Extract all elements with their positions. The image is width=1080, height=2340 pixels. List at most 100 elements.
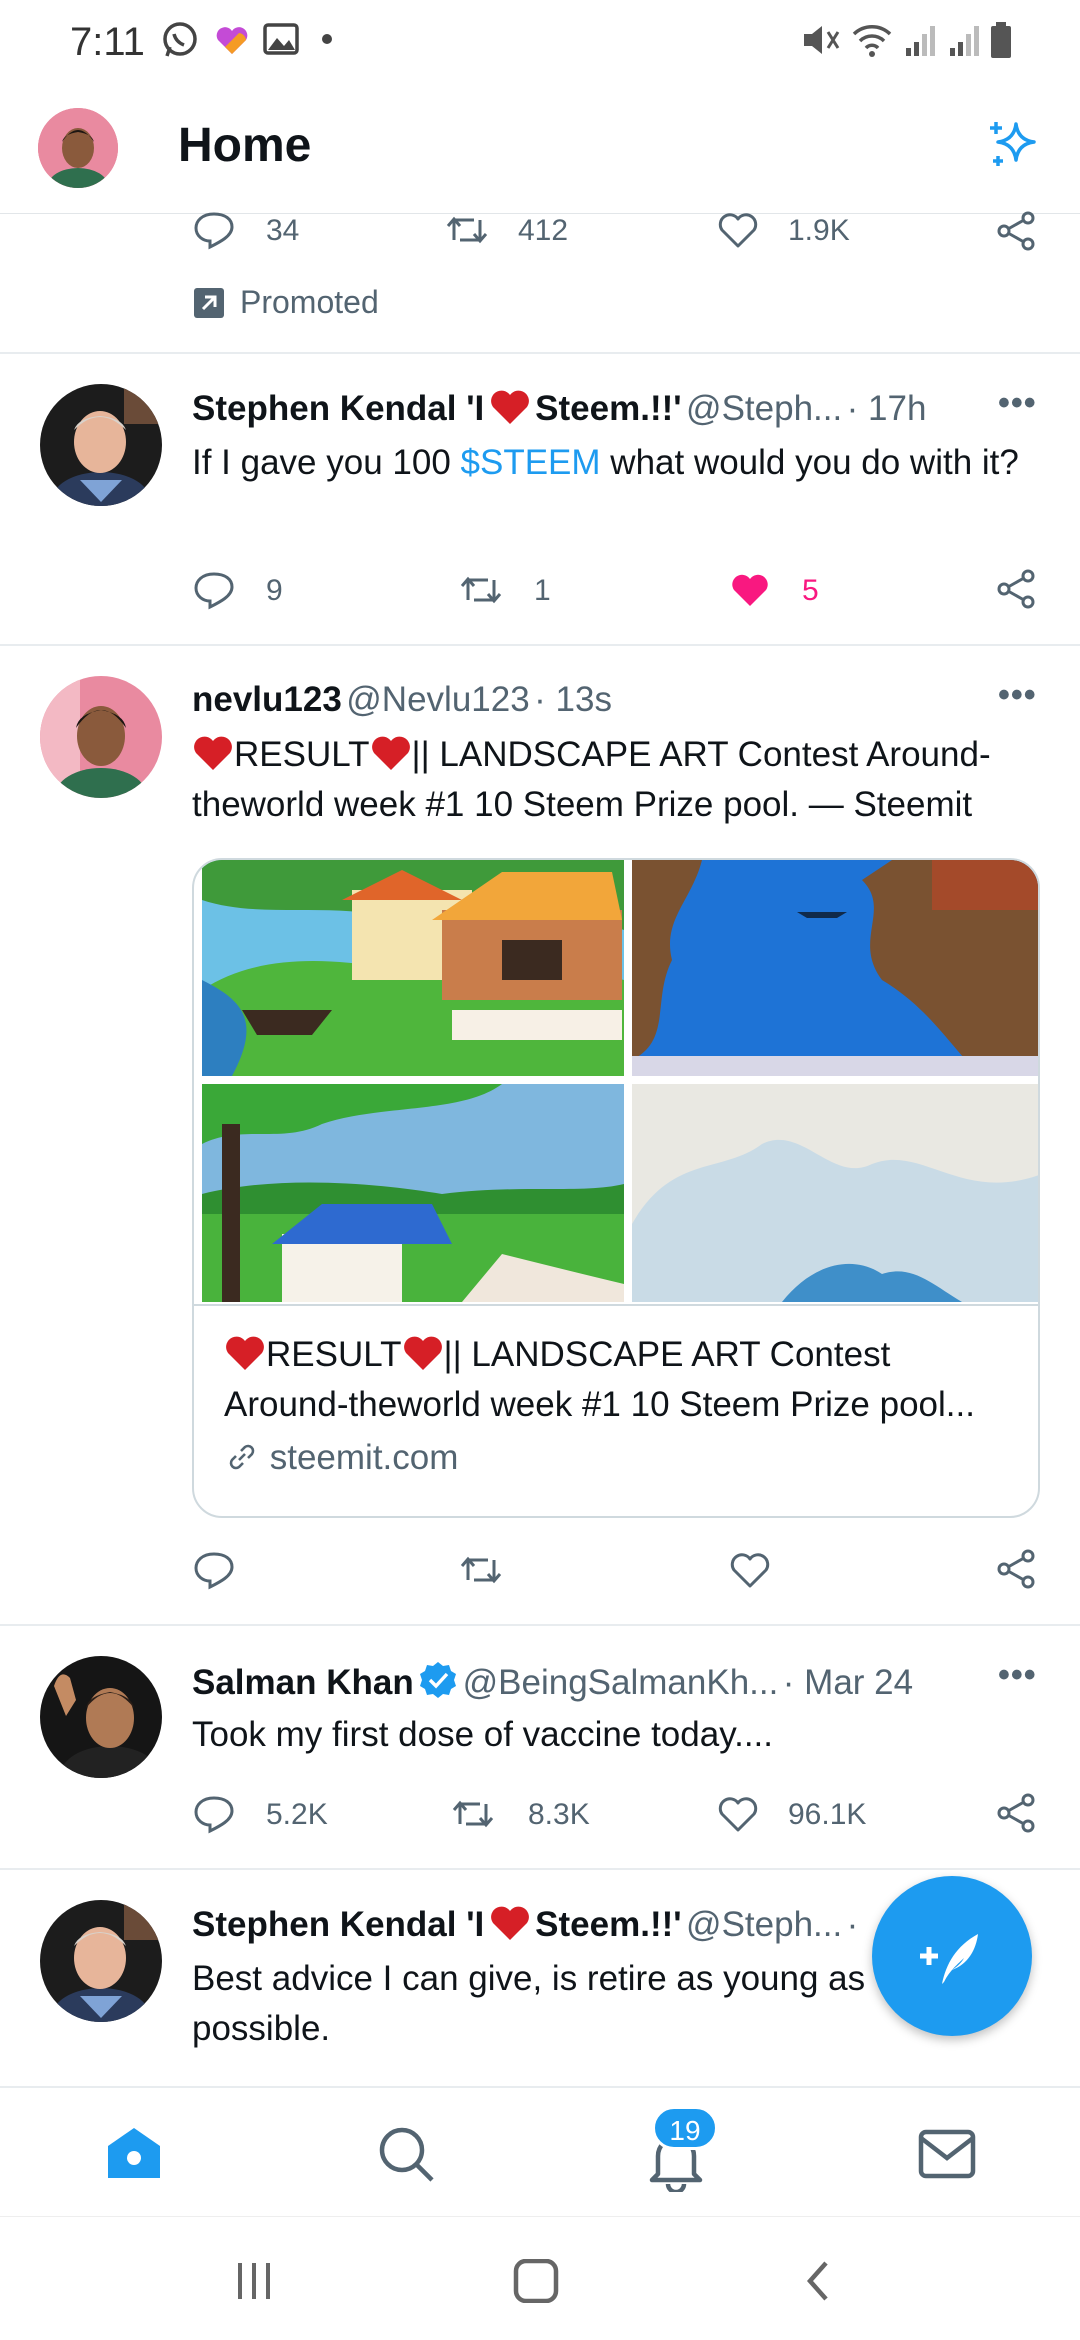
tweet-text: Took my first dose of vaccine today....	[192, 1715, 773, 1754]
profile-avatar-button[interactable]	[38, 108, 118, 188]
signal-icon-2	[950, 26, 979, 56]
tweet-header: nevlu123 @Nevlu123 · 13s	[192, 680, 612, 720]
search-icon[interactable]	[376, 2124, 436, 2184]
red-heart-emoji-icon	[194, 736, 232, 770]
tweet-time: · 13s	[534, 680, 612, 719]
card-image	[632, 1084, 1038, 1302]
recent-apps-icon[interactable]	[232, 2261, 276, 2301]
like-count: 96.1K	[788, 1798, 867, 1831]
retweet-count: 1	[534, 574, 551, 607]
link-icon	[229, 1444, 255, 1470]
card-image-art	[202, 1084, 624, 1302]
divider	[0, 352, 1080, 354]
tweet-text: If I gave you 100 $STEEM what would you …	[192, 438, 1032, 488]
card-title-part: RESULT	[266, 1335, 402, 1374]
system-navigation-bar	[0, 2216, 1080, 2340]
link-card[interactable]: RESULT || LANDSCAPE ART Contest Around-th…	[192, 858, 1040, 1518]
tweet-time: · 17h	[846, 389, 927, 428]
dot-icon	[322, 34, 332, 44]
card-domain-text: steemit.com	[269, 1438, 459, 1477]
card-image	[202, 860, 624, 1076]
retweet-icon[interactable]	[458, 1550, 504, 1590]
back-icon[interactable]	[800, 2259, 836, 2303]
share-icon[interactable]	[994, 1792, 1038, 1834]
share-icon[interactable]	[994, 210, 1038, 252]
avatar-image	[40, 676, 162, 798]
retweet-icon[interactable]	[444, 210, 490, 250]
avatar[interactable]	[40, 384, 162, 506]
reply-count: 34	[266, 214, 300, 247]
tweet-header: Stephen Kendal 'I Steem.!!' @Steph... · …	[192, 388, 926, 429]
avatar[interactable]	[40, 1900, 162, 2022]
reply-icon[interactable]	[192, 570, 236, 610]
tweet-text-part: what would you do with it?	[600, 443, 1019, 482]
home-button-icon[interactable]	[512, 2259, 560, 2303]
reply-icon[interactable]	[192, 1550, 236, 1590]
retweet-count: 412	[518, 214, 569, 247]
status-bar: 7:11	[0, 0, 1080, 80]
author-name-suffix: Steem.!!'	[535, 389, 682, 428]
red-heart-emoji-icon	[226, 1336, 264, 1370]
card-domain: steemit.com	[224, 1438, 458, 1478]
tweet-text: RESULT || LANDSCAPE ART Contest Around-th…	[192, 730, 1032, 830]
more-options-icon[interactable]: •••	[998, 1656, 1037, 1695]
card-image	[202, 1084, 624, 1302]
author-handle: @BeingSalmanKh...	[462, 1663, 779, 1702]
author-name: Stephen Kendal 'I	[192, 389, 485, 428]
avatar-image	[40, 1900, 162, 2022]
heart-app-icon	[216, 27, 248, 54]
red-heart-emoji-icon	[490, 1906, 529, 1940]
like-icon[interactable]	[728, 1550, 772, 1590]
messages-icon[interactable]	[918, 2128, 976, 2180]
more-options-icon[interactable]: •••	[998, 676, 1037, 715]
share-icon[interactable]	[994, 1548, 1038, 1590]
avatar-image	[40, 384, 162, 506]
red-heart-emoji-icon	[371, 736, 410, 770]
wifi-icon	[852, 25, 892, 57]
reply-icon[interactable]	[192, 1794, 236, 1834]
like-icon[interactable]	[716, 1794, 760, 1834]
verified-badge-icon	[420, 1662, 457, 1698]
tweet-header: Stephen Kendal 'I Steem.!!' @Steph... ·	[192, 1904, 858, 1945]
sparkle-icon[interactable]	[986, 116, 1042, 172]
retweet-count: 8.3K	[528, 1798, 590, 1831]
gallery-icon	[263, 23, 299, 55]
retweet-icon[interactable]	[458, 570, 504, 610]
author-name: nevlu123	[192, 680, 342, 719]
cashtag-link[interactable]: $STEEM	[461, 443, 601, 482]
card-image-art	[202, 860, 624, 1076]
battery-icon	[991, 22, 1011, 58]
divider	[0, 644, 1080, 646]
tweet-text-part: RESULT	[234, 735, 370, 774]
feather-plus-icon	[920, 1934, 978, 1984]
author-handle: @Nevlu123	[346, 680, 530, 719]
avatar[interactable]	[40, 1656, 162, 1778]
tweet-time: ·	[846, 1905, 859, 1944]
like-icon[interactable]	[716, 210, 760, 250]
tweet-text: Best advice I can give, is retire as you…	[192, 1959, 866, 2048]
more-options-icon[interactable]: •••	[998, 384, 1037, 423]
card-image-art	[632, 1084, 1038, 1302]
reply-icon[interactable]	[192, 210, 236, 250]
signal-icon-1	[906, 26, 935, 56]
avatar[interactable]	[40, 676, 162, 798]
divider	[0, 1624, 1080, 1626]
mute-icon	[804, 26, 840, 54]
divider	[0, 1868, 1080, 1870]
card-image-art	[632, 860, 1038, 1076]
author-name-suffix: Steem.!!'	[535, 1905, 682, 1944]
tweet-text-part: If I gave you 100	[192, 443, 461, 482]
promoted-label: Promoted	[240, 284, 379, 320]
home-icon[interactable]	[104, 2124, 164, 2184]
red-heart-emoji-icon	[403, 1336, 442, 1370]
card-separator	[194, 1304, 1038, 1306]
avatar	[38, 108, 118, 188]
retweet-icon[interactable]	[450, 1794, 496, 1834]
share-icon[interactable]	[994, 568, 1038, 610]
status-time: 7:11	[70, 20, 145, 64]
avatar-image	[40, 1656, 162, 1778]
compose-tweet-button[interactable]	[872, 1876, 1032, 2036]
author-handle: @Steph...	[686, 389, 843, 428]
reply-count: 5.2K	[266, 1798, 328, 1831]
liked-heart-icon[interactable]	[728, 570, 772, 610]
